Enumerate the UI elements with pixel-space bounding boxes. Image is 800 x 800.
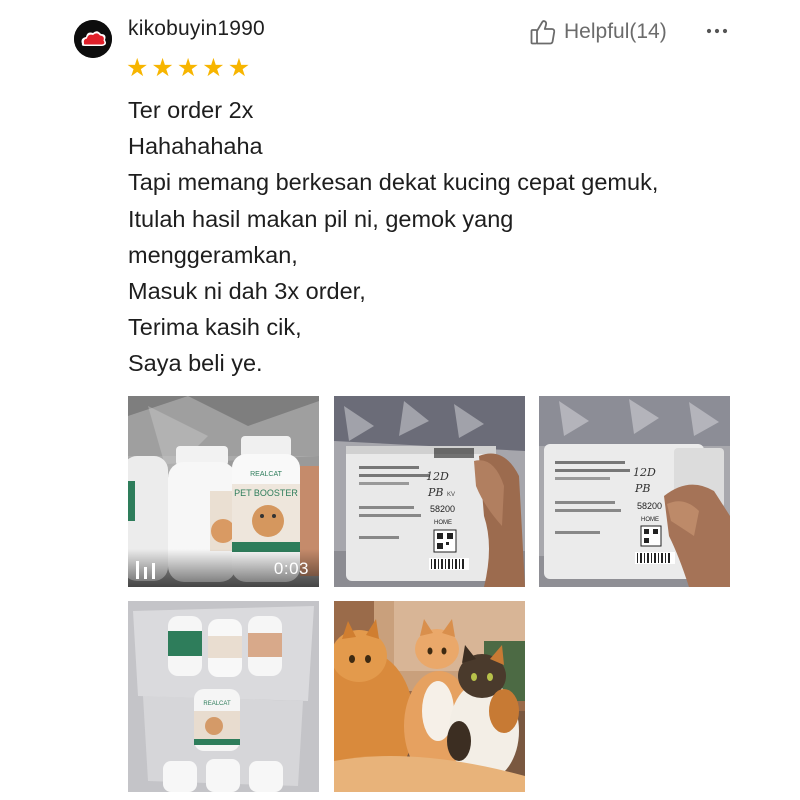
star-icon: ★ (151, 54, 174, 82)
review-line: Hahahahaha (128, 133, 263, 160)
rating-stars: ★ ★ ★ ★ ★ (126, 54, 250, 82)
parcel-handwriting-text: PB (427, 486, 444, 499)
thumbs-up-icon (530, 20, 556, 45)
star-icon: ★ (176, 54, 200, 82)
review-photo-thumbnail[interactable]: REALCAT (128, 601, 319, 792)
parcel-code-text: 58200 (430, 504, 455, 514)
star-icon: ★ (227, 54, 251, 82)
parcel-home-text: HOME (641, 517, 659, 523)
helpful-button[interactable]: Helpful (14) (530, 18, 667, 46)
review-line: Terima kasih cik, (128, 314, 302, 341)
bottles-photo: REALCAT (128, 601, 319, 792)
review-line: Itulah hasil makan pil ni, gemok yang (128, 205, 514, 232)
bottle-brand-text: REALCAT (203, 701, 231, 707)
avatar[interactable] (74, 20, 112, 58)
bottle-label-text: PET BOOSTER (234, 488, 298, 498)
bottle-brand-text: REALCAT (250, 471, 282, 478)
parcel-handwriting-text: 12D (633, 466, 656, 479)
parcel-photo: 58200 HOME 12D PB KV (334, 396, 525, 587)
red-cloud-logo-icon (74, 20, 112, 58)
reviewer-username[interactable]: kikobuyin1990 (128, 17, 265, 41)
review-text: Ter order 2x Hahahahaha Tapi memang berk… (128, 92, 748, 382)
more-options-button[interactable] (704, 18, 730, 44)
review-line: Saya beli ye. (128, 350, 263, 377)
video-icon (136, 561, 155, 579)
review-photo-thumbnail[interactable] (334, 601, 525, 792)
review-photo-thumbnail[interactable]: 58200 HOME 12D PB KV (334, 396, 525, 587)
parcel-kv-text: KV (447, 492, 455, 498)
more-dots-icon (706, 28, 728, 34)
parcel-home-text: HOME (434, 520, 452, 526)
cats-photo (334, 601, 525, 792)
review-line: menggeramkan, (128, 241, 298, 268)
helpful-count: (14) (629, 20, 667, 43)
review-line: Tapi memang berkesan dekat kucing cepat … (128, 169, 659, 196)
helpful-label: Helpful (564, 20, 630, 43)
video-duration: 0:03 (273, 559, 309, 578)
parcel-code-text: 58200 (637, 501, 662, 511)
star-icon: ★ (202, 54, 225, 82)
review-line: Masuk ni dah 3x order, (128, 278, 366, 305)
review-video-thumbnail[interactable]: REALCAT PET BOOSTER 0:03 (128, 396, 319, 587)
review-line: Ter order 2x (128, 97, 254, 123)
parcel-handwriting-text: PB (634, 482, 651, 495)
parcel-photo: 58200 HOME 12D PB (539, 396, 730, 587)
review-photo-thumbnail[interactable]: 58200 HOME 12D PB (539, 396, 730, 587)
parcel-handwriting-text: 12D (426, 470, 449, 483)
star-icon: ★ (126, 54, 149, 82)
